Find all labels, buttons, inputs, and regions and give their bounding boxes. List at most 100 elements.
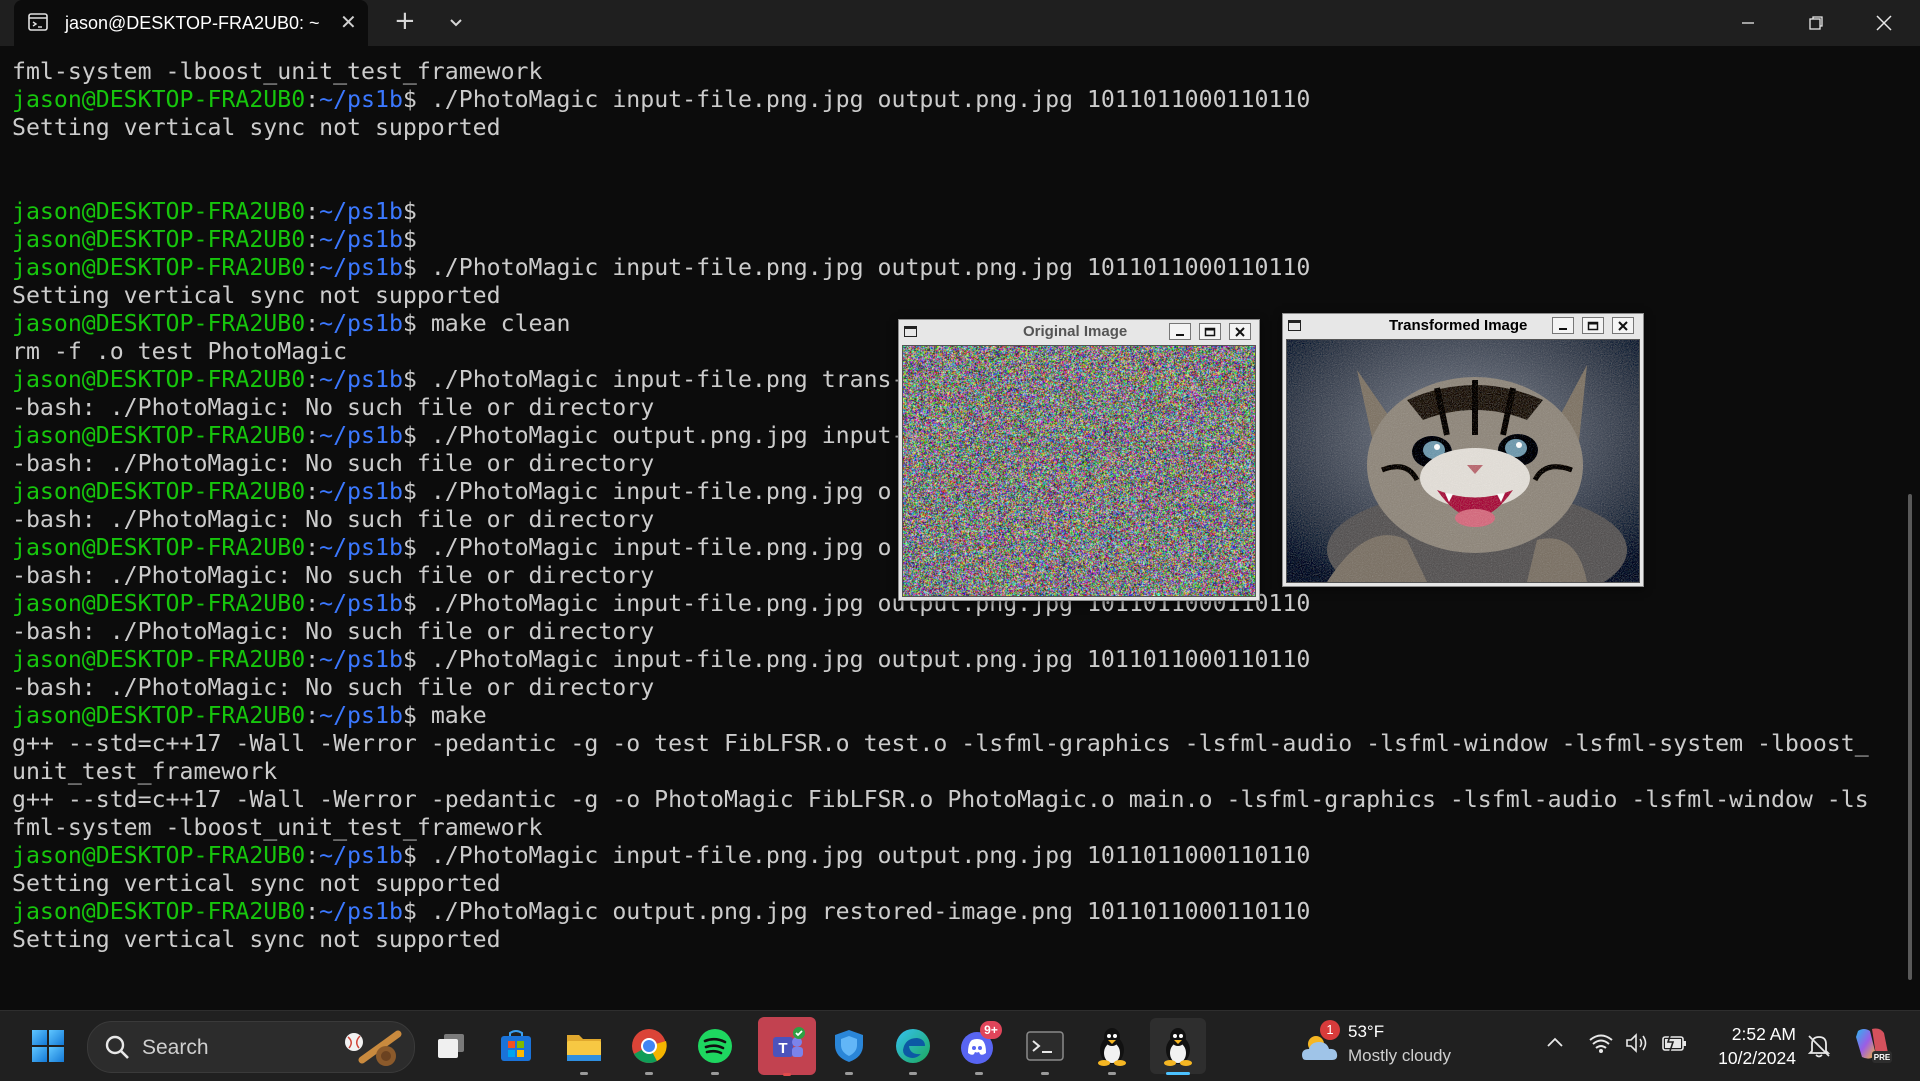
- system-clock[interactable]: 2:52 AM 10/2/2024: [1702, 1022, 1796, 1070]
- window-title-bar[interactable]: Original Image: [899, 320, 1259, 344]
- chevron-down-icon[interactable]: [444, 8, 468, 36]
- wifi-icon[interactable]: [1588, 1031, 1614, 1055]
- clock-time: 2:52 AM: [1702, 1022, 1796, 1046]
- running-indicator: [1041, 1072, 1049, 1075]
- restore-button[interactable]: [1782, 0, 1850, 46]
- prompt-path: ~/ps1b: [319, 310, 403, 337]
- minimize-icon: [1174, 327, 1186, 337]
- running-indicator: [645, 1072, 653, 1075]
- close-tab-icon[interactable]: ✕: [340, 10, 357, 34]
- maximize-icon: [1204, 327, 1216, 337]
- output-line: [12, 170, 1902, 198]
- prompt-separator: :: [305, 590, 319, 617]
- file-explorer-button[interactable]: [561, 1023, 607, 1069]
- prompt-path: ~/ps1b: [319, 646, 403, 673]
- chrome-icon: [631, 1028, 667, 1064]
- minimize-icon: [1557, 321, 1569, 331]
- linux-app-button-active[interactable]: [1150, 1018, 1206, 1074]
- search-box[interactable]: Search: [87, 1021, 415, 1073]
- prompt-line: jason@DESKTOP-FRA2UB0:~/ps1b$ ./PhotoMag…: [12, 86, 1902, 114]
- close-icon: [1617, 321, 1629, 331]
- window-title: Transformed Image: [1389, 317, 1527, 334]
- terminal-icon: [28, 12, 48, 32]
- minimize-button[interactable]: [1714, 0, 1782, 46]
- output-line: Setting vertical sync not supported: [12, 870, 1902, 898]
- copilot-icon[interactable]: PRE: [1850, 1025, 1894, 1067]
- prompt-line: jason@DESKTOP-FRA2UB0:~/ps1b$: [12, 226, 1902, 254]
- transformed-image-window[interactable]: Transformed Image: [1282, 313, 1644, 587]
- command-text: make clean: [417, 310, 571, 337]
- output-line: -bash: ./PhotoMagic: No such file or dir…: [12, 674, 1902, 702]
- prompt-path: ~/ps1b: [319, 534, 403, 561]
- prompt-sign: $: [403, 842, 417, 869]
- prompt-separator: :: [305, 646, 319, 673]
- linux-app-button[interactable]: [1089, 1023, 1135, 1069]
- maximize-button[interactable]: [1582, 317, 1604, 334]
- task-view-button[interactable]: [428, 1023, 474, 1069]
- window-icon: [904, 326, 917, 337]
- prompt-sign: $: [403, 366, 417, 393]
- weather-widget[interactable]: 1 53°F Mostly cloudy: [1300, 1020, 1480, 1074]
- edge-button[interactable]: [890, 1023, 936, 1069]
- prompt-user: jason@DESKTOP-FRA2UB0: [12, 478, 305, 505]
- prompt-path: ~/ps1b: [319, 254, 403, 281]
- store-button[interactable]: [493, 1023, 539, 1069]
- volume-icon[interactable]: [1624, 1031, 1650, 1055]
- command-text: ./PhotoMagic input-file.png.jpg o: [417, 478, 892, 505]
- prompt-separator: :: [305, 254, 319, 281]
- chrome-button[interactable]: [626, 1023, 672, 1069]
- running-indicator: [580, 1072, 588, 1075]
- prompt-line: jason@DESKTOP-FRA2UB0:~/ps1b$: [12, 198, 1902, 226]
- discord-button[interactable]: 9+: [956, 1023, 1002, 1069]
- windows-terminal-button[interactable]: [1022, 1023, 1068, 1069]
- prompt-user: jason@DESKTOP-FRA2UB0: [12, 198, 305, 225]
- battery-icon[interactable]: [1660, 1031, 1688, 1055]
- prompt-sign: $: [403, 534, 417, 561]
- prompt-line: jason@DESKTOP-FRA2UB0:~/ps1b$ ./PhotoMag…: [12, 646, 1902, 674]
- microsoft-store-icon: [498, 1028, 534, 1064]
- restore-icon: [1808, 15, 1824, 31]
- window-title-bar[interactable]: Transformed Image: [1283, 314, 1643, 338]
- prompt-line: jason@DESKTOP-FRA2UB0:~/ps1b$ ./PhotoMag…: [12, 842, 1902, 870]
- spotify-button[interactable]: [692, 1023, 738, 1069]
- output-line: Setting vertical sync not supported: [12, 282, 1902, 310]
- active-indicator: [1166, 1072, 1190, 1075]
- edge-icon: [895, 1028, 931, 1064]
- prompt-sign: $: [403, 702, 417, 729]
- chevron-up-icon[interactable]: [1544, 1031, 1566, 1055]
- svg-text:PRE: PRE: [1874, 1053, 1891, 1062]
- scrambled-image: [902, 345, 1256, 597]
- prompt-user: jason@DESKTOP-FRA2UB0: [12, 422, 305, 449]
- close-button[interactable]: [1612, 317, 1634, 334]
- prompt-path: ~/ps1b: [319, 702, 403, 729]
- prompt-sign: $: [403, 198, 417, 225]
- close-window-button[interactable]: [1850, 0, 1918, 46]
- prompt-sign: $: [403, 254, 417, 281]
- prompt-sign: $: [403, 422, 417, 449]
- output-line: fml-system -lboost_unit_test_framework: [12, 814, 1902, 842]
- start-button[interactable]: [25, 1023, 71, 1069]
- prompt-user: jason@DESKTOP-FRA2UB0: [12, 702, 305, 729]
- prompt-user: jason@DESKTOP-FRA2UB0: [12, 898, 305, 925]
- running-indicator: [711, 1072, 719, 1075]
- prompt-separator: :: [305, 226, 319, 253]
- prompt-separator: :: [305, 478, 319, 505]
- output-line: g++ --std=c++17 -Wall -Werror -pedantic …: [12, 786, 1902, 814]
- notification-bell-icon[interactable]: [1806, 1033, 1832, 1059]
- minimize-button[interactable]: [1169, 323, 1191, 340]
- teams-button[interactable]: T: [758, 1017, 816, 1075]
- prompt-separator: :: [305, 198, 319, 225]
- minimize-button[interactable]: [1552, 317, 1574, 334]
- close-button[interactable]: [1229, 323, 1251, 340]
- command-text: make: [417, 702, 487, 729]
- running-indicator: [975, 1072, 983, 1075]
- terminal-scrollbar[interactable]: [1908, 494, 1912, 980]
- plus-icon[interactable]: +: [394, 6, 416, 36]
- original-image-window[interactable]: Original Image: [898, 319, 1260, 601]
- close-icon: [1234, 327, 1246, 337]
- maximize-button[interactable]: [1199, 323, 1221, 340]
- command-text: ./PhotoMagic input-file.png.jpg output.p…: [417, 646, 1310, 673]
- terminal-tab[interactable]: jason@DESKTOP-FRA2UB0: ~ ✕: [14, 0, 368, 46]
- defender-button[interactable]: [826, 1023, 872, 1069]
- running-indicator: [909, 1072, 917, 1075]
